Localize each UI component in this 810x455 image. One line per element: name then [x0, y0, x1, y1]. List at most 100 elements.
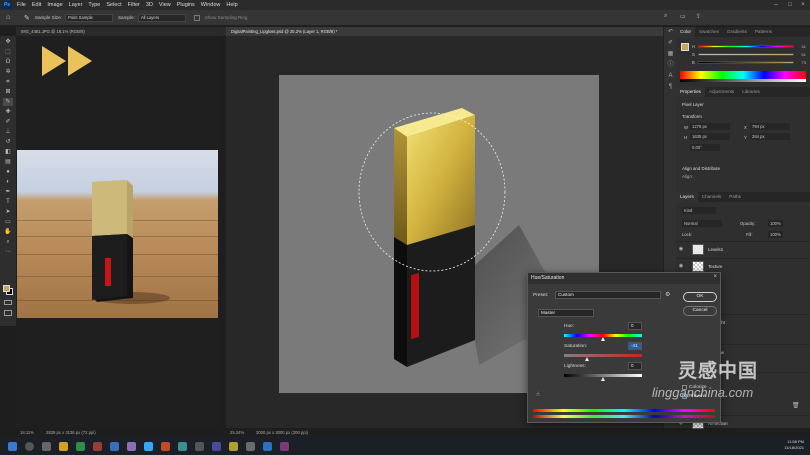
tab-color[interactable]: Color — [676, 27, 695, 37]
y-field[interactable]: 264 px — [750, 133, 790, 140]
more-tools-icon[interactable]: ⋯ — [3, 248, 13, 256]
foreground-color-swatch[interactable] — [3, 285, 10, 292]
app-icon[interactable] — [110, 441, 119, 451]
app-icon[interactable] — [161, 441, 170, 451]
app-icon[interactable] — [212, 441, 221, 451]
fill-field[interactable]: 100% — [768, 231, 783, 238]
hue-track[interactable] — [698, 44, 794, 48]
saturation-slider-track[interactable] — [564, 354, 642, 357]
angle-field[interactable]: 0.00° — [690, 144, 720, 151]
tab-left-document[interactable]: IMG_4481.JPG @ 18.1% (RGB/8) — [16, 27, 226, 36]
sample-select[interactable]: All Layers — [137, 13, 186, 22]
crop-tool-icon[interactable]: ⌗ — [3, 78, 13, 86]
eyedropper-icon[interactable]: ✎ — [3, 98, 13, 106]
hand-target-icon[interactable]: ☝ — [536, 391, 540, 398]
tab-swatches[interactable]: Swatches — [695, 27, 723, 37]
visibility-eye-icon[interactable]: ◉ — [676, 263, 686, 269]
tab-paths[interactable]: Paths — [725, 192, 745, 202]
main-zoom-level[interactable]: 25.24% — [230, 429, 244, 437]
tab-adjustments[interactable]: Adjustments — [705, 87, 738, 97]
history-brush-icon[interactable]: ↺ — [3, 138, 13, 146]
app-icon[interactable] — [93, 441, 102, 451]
sat-slider-row[interactable]: S 51 — [692, 50, 806, 58]
path-select-icon[interactable]: ➤ — [3, 208, 13, 216]
close-window-icon[interactable]: × — [797, 0, 809, 10]
blur-tool-icon[interactable]: ● — [3, 168, 13, 176]
cancel-button[interactable]: Cancel — [683, 306, 717, 316]
h-field[interactable]: 1635 px — [690, 133, 730, 140]
gear-icon[interactable]: ⚙ — [665, 291, 670, 298]
search-taskbar-icon[interactable] — [25, 441, 34, 451]
app-icon[interactable] — [280, 441, 289, 451]
align-distribute-section[interactable]: Align and Distribute — [676, 165, 720, 173]
app-icon[interactable] — [195, 441, 204, 451]
blend-mode-select[interactable]: Normal — [682, 220, 722, 227]
chrome-icon[interactable] — [76, 441, 85, 451]
home-icon[interactable]: ⌂ — [6, 13, 16, 23]
clone-stamp-icon[interactable]: ⊥ — [3, 128, 13, 136]
frame-tool-icon[interactable]: ⊠ — [3, 88, 13, 96]
app-icon[interactable] — [178, 441, 187, 451]
tab-libraries[interactable]: Libraries — [738, 87, 764, 97]
layer-name[interactable]: Texture — [708, 264, 722, 269]
marquee-tool-icon[interactable]: ⬚ — [3, 48, 13, 56]
sample-size-select[interactable]: Point Sample — [64, 13, 113, 22]
app-icon[interactable] — [127, 441, 136, 451]
sat-track[interactable] — [698, 52, 794, 56]
type-tool-icon[interactable]: T — [3, 198, 13, 206]
layer-name[interactable]: Levels1 — [708, 247, 723, 252]
minimize-icon[interactable]: – — [770, 0, 782, 10]
opacity-field[interactable]: 100% — [768, 220, 783, 227]
color-spectrum-ramp[interactable] — [680, 71, 806, 79]
x-field[interactable]: 794 px — [750, 123, 790, 130]
preset-select[interactable]: Custom — [555, 291, 661, 299]
menu-select[interactable]: Select — [103, 0, 124, 10]
dodge-tool-icon[interactable]: ◐ — [3, 178, 13, 186]
tab-gradients[interactable]: Gradients — [723, 27, 751, 37]
bri-slider-row[interactable]: B 73 — [692, 58, 806, 66]
quick-mask-icon[interactable] — [4, 300, 12, 305]
visibility-eye-icon[interactable]: ◉ — [676, 246, 686, 252]
bri-track[interactable] — [698, 60, 794, 64]
hue-value[interactable]: 41 — [794, 44, 806, 49]
grayscale-ramp[interactable] — [680, 79, 806, 82]
menu-window[interactable]: Window — [198, 0, 224, 10]
menu-image[interactable]: Image — [44, 0, 65, 10]
menu-layer[interactable]: Layer — [66, 0, 86, 10]
screen-mode-icon[interactable] — [4, 310, 12, 316]
healing-brush-icon[interactable]: ✚ — [3, 108, 13, 116]
tab-layers[interactable]: Layers — [676, 192, 698, 202]
lightness-slider-thumb[interactable] — [600, 377, 605, 381]
app-icon[interactable] — [229, 441, 238, 451]
tab-patterns[interactable]: Patterns — [751, 27, 776, 37]
brush-tool-icon[interactable]: ✐ — [3, 118, 13, 126]
taskbar-clock[interactable]: 11:58 PM 11/18/2021 — [784, 439, 804, 451]
bri-value[interactable]: 73 — [794, 60, 806, 65]
quick-select-tool-icon[interactable]: ✲ — [3, 68, 13, 76]
start-windows-icon[interactable] — [8, 441, 17, 451]
lightness-field[interactable]: 0 — [628, 362, 642, 370]
color-fg-preview[interactable] — [681, 43, 689, 51]
menu-plugins[interactable]: Plugins — [174, 0, 198, 10]
tab-middle-document[interactable]: DigitalPainting_Lipgloss.psd @ 25.2% (La… — [226, 27, 663, 36]
channel-select[interactable]: Master — [538, 309, 594, 317]
saturation-slider-thumb[interactable] — [584, 357, 589, 361]
menu-view[interactable]: View — [156, 0, 174, 10]
zoom-tool-icon[interactable]: ⌕ — [3, 238, 13, 246]
menu-edit[interactable]: Edit — [29, 0, 44, 10]
layer-row[interactable]: ◉ Levels1 — [676, 241, 810, 256]
rectangle-tool-icon[interactable]: ▭ — [3, 218, 13, 226]
search-icon[interactable]: ⌕ — [664, 13, 667, 20]
eyedropper-tool-icon[interactable]: ✎ — [24, 14, 30, 22]
eraser-tool-icon[interactable]: ◧ — [3, 148, 13, 156]
close-dialog-icon[interactable]: × — [713, 274, 717, 280]
show-ring-checkbox[interactable] — [193, 14, 200, 21]
sat-value[interactable]: 51 — [794, 52, 806, 57]
photoshop-taskbar-icon[interactable] — [144, 441, 153, 451]
share-icon[interactable]: ⇪ — [696, 13, 701, 20]
pen-tool-icon[interactable]: ✒ — [3, 188, 13, 196]
w-field[interactable]: 1276 px — [690, 123, 730, 130]
app-icon[interactable] — [263, 441, 272, 451]
left-zoom-level[interactable]: 18.11% — [20, 429, 34, 437]
file-explorer-icon[interactable] — [59, 441, 68, 451]
